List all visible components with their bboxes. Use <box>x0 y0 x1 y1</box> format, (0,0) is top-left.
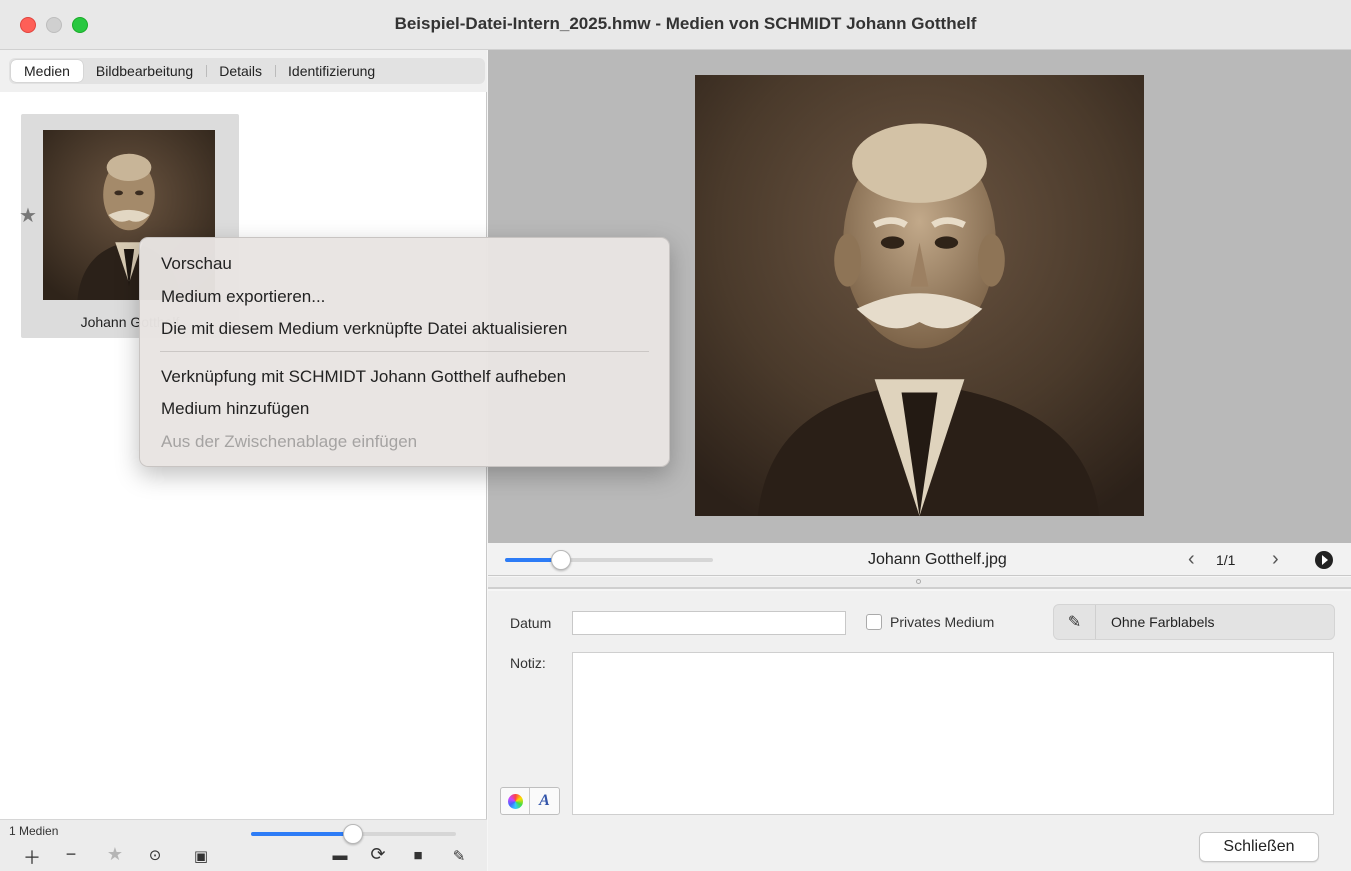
date-label: Datum <box>510 615 552 631</box>
tab-identifizierung[interactable]: Identifizierung <box>275 60 388 82</box>
more-icon[interactable]: ⊙ <box>144 846 166 864</box>
star-icon[interactable]: ★ <box>104 844 126 865</box>
thumbnail-size-slider-knob[interactable] <box>343 824 363 844</box>
pencil-icon[interactable]: ✎ <box>1054 605 1096 639</box>
menu-item-unlink[interactable]: Verknüpfung mit SCHMIDT Johann Gotthelf … <box>140 364 669 397</box>
close-button[interactable]: Schließen <box>1199 832 1319 862</box>
color-wheel-icon <box>507 793 523 809</box>
private-media-label: Privates Medium <box>890 614 995 630</box>
app-window: Beispiel-Datei-Intern_2025.hmw - Medien … <box>0 0 1351 871</box>
minus-icon[interactable]: − <box>60 844 82 865</box>
menu-item-export[interactable]: Medium exportieren... <box>140 284 669 317</box>
menu-item-add-medium[interactable]: Medium hinzufügen <box>140 396 669 429</box>
play-icon[interactable] <box>1315 551 1333 569</box>
edit-icon[interactable]: ✎ <box>448 847 470 865</box>
note-textarea[interactable] <box>572 652 1334 815</box>
media-preview-image[interactable] <box>695 75 1144 516</box>
zoom-slider-knob[interactable] <box>551 550 571 570</box>
font-icon[interactable]: A <box>530 788 559 814</box>
tab-medien[interactable]: Medien <box>11 60 83 82</box>
menu-item-paste: Aus der Zwischenablage einfügen <box>161 431 418 451</box>
thumbnail-size-slider[interactable] <box>251 824 456 844</box>
media-list-footer: 1 Medien ＋ − ★ ⊙ ▣ ▬ ⟳ ■ ✎ <box>0 819 487 871</box>
media-details-form: Datum Privates Medium ✎ Ohne Farblabels … <box>488 591 1351 871</box>
note-label: Notiz: <box>510 655 546 671</box>
refresh-icon[interactable]: ⟳ <box>367 844 389 865</box>
context-menu: Vorschau Medium exportieren... Die mit d… <box>139 237 670 467</box>
zoom-slider[interactable] <box>505 550 713 570</box>
title-bar: Beispiel-Datei-Intern_2025.hmw - Medien … <box>0 0 1351 50</box>
zoom-slider-fill <box>505 558 557 562</box>
chevron-left-icon[interactable]: ‹ <box>1188 548 1195 571</box>
tab-details[interactable]: Details <box>206 60 275 82</box>
menu-item-update-file[interactable]: Die mit diesem Medium verknüpfte Datei a… <box>140 316 669 349</box>
split-view-divider[interactable] <box>488 577 1351 589</box>
menu-item-vorschau[interactable]: Vorschau <box>140 251 669 284</box>
gallery-icon[interactable]: ▣ <box>190 847 212 865</box>
chevron-right-icon[interactable]: › <box>1272 548 1279 571</box>
thumbnail-size-slider-fill <box>251 832 354 836</box>
color-picker-button[interactable] <box>501 788 530 814</box>
save-icon[interactable]: ■ <box>407 847 429 864</box>
menu-separator <box>160 350 649 352</box>
color-label-value: Ohne Farblabels <box>1111 614 1215 630</box>
color-label-control[interactable]: ✎ Ohne Farblabels <box>1053 604 1335 640</box>
splitter-handle[interactable] <box>916 579 921 584</box>
private-media-checkbox[interactable] <box>866 614 882 630</box>
text-format-buttons: A <box>500 787 560 815</box>
viewer-nav-bar: Johann Gotthelf.jpg ‹ 1/1 › <box>488 543 1351 576</box>
page-counter: 1/1 <box>1216 552 1236 568</box>
media-count: 1 Medien <box>9 824 59 838</box>
tab-bildbearbeitung[interactable]: Bildbearbeitung <box>83 60 206 82</box>
date-field[interactable] <box>572 611 846 635</box>
window-title: Beispiel-Datei-Intern_2025.hmw - Medien … <box>394 14 977 33</box>
media-filename: Johann Gotthelf.jpg <box>868 551 1007 568</box>
folder-icon[interactable]: ▬ <box>329 847 351 864</box>
plus-icon[interactable]: ＋ <box>21 844 43 870</box>
tab-bar: Medien Bildbearbeitung Details Identifiz… <box>9 58 485 84</box>
star-icon[interactable]: ★ <box>19 203 37 228</box>
